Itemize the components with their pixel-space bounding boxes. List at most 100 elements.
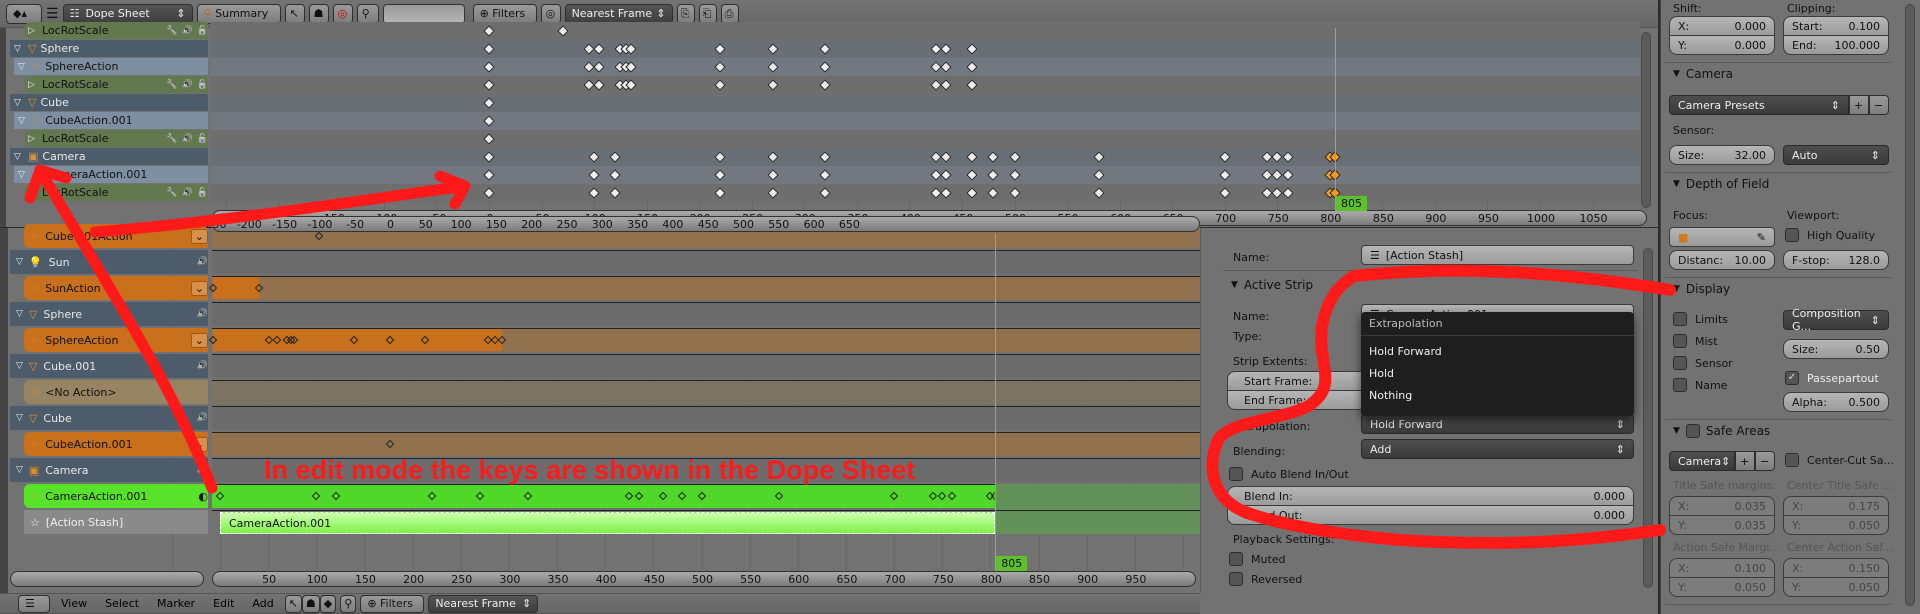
add-preset-button[interactable]: +	[1849, 95, 1869, 115]
focus-object-field[interactable]: ■ ✎	[1669, 227, 1775, 247]
push-down-icon[interactable]: ⌄	[190, 280, 208, 296]
proportional-toggle[interactable]: ◎	[540, 3, 561, 24]
dopesheet-channel-action[interactable]: ▽ ⁘ CameraAction.001	[14, 166, 208, 183]
wrench-icon[interactable]: 🔧	[166, 188, 177, 198]
sensor-checkbox[interactable]	[1673, 356, 1687, 370]
only-selected-toggle[interactable]: ↖	[284, 594, 302, 613]
summary-toggle[interactable]: ⚲ Summary	[196, 3, 281, 24]
nla-action-strip[interactable]	[213, 277, 259, 299]
blend-out-field[interactable]: Blend Out: 0.000	[1227, 505, 1634, 525]
push-down-icon[interactable]: ⌄	[190, 332, 208, 348]
nla-playhead[interactable]	[995, 234, 997, 571]
center-action-y-field[interactable]: Y: 0.050	[1783, 577, 1889, 597]
dopesheet-channel-action[interactable]: ▽ ⁘ CubeAction.001	[14, 112, 208, 129]
camera-presets-select[interactable]: Camera Presets ⇕	[1669, 95, 1849, 115]
wrench-icon[interactable]: 🔧	[166, 26, 177, 36]
search-toggle[interactable]: ⚲	[356, 3, 379, 24]
sensor-size-field[interactable]: Size: 32.00	[1669, 145, 1775, 165]
nla-frame-ruler[interactable]: 50 100 150 200 250 300 350 400 450 500 550 600 650 70…	[212, 571, 1196, 587]
shift-y-field[interactable]: Y: 0.000	[1669, 35, 1775, 55]
camera-section-header[interactable]: ▼ Camera	[1673, 67, 1733, 81]
search-toggle[interactable]: ⚲	[340, 594, 357, 613]
camera-panel-scrollbar[interactable]	[1905, 4, 1915, 606]
nla-channel-stash[interactable]: ☆ [Action Stash]	[24, 510, 208, 534]
paste-flipped-button[interactable]: ⎙	[720, 3, 739, 24]
eyedropper-icon[interactable]: ✎	[1757, 231, 1766, 244]
filters-button[interactable]: ⊕ Filters	[472, 3, 537, 24]
center-title-y-field[interactable]: Y: 0.050	[1783, 515, 1889, 535]
nla-channel-object[interactable]: ▽ ▽ Cube.001 🔊	[10, 354, 208, 378]
current-frame-indicator[interactable]: 805	[1336, 196, 1368, 211]
blending-select[interactable]: Add ⇕	[1361, 439, 1634, 459]
high-quality-checkbox[interactable]	[1785, 228, 1799, 242]
properties-scrollbar[interactable]	[1643, 248, 1653, 588]
only-selected-toggle[interactable]: ↖	[284, 3, 305, 24]
nla-track[interactable]	[212, 432, 1200, 456]
dopesheet-vertical-scrollbar[interactable]	[1641, 32, 1651, 208]
collapse-triangle-icon[interactable]: ▽	[16, 257, 23, 267]
nla-channel-object[interactable]: ▽ ▽ Sphere 🔊	[10, 302, 208, 326]
menu-toggle-icon[interactable]: ☰	[46, 6, 59, 22]
tweak-mode-icon[interactable]: ◐	[198, 490, 208, 503]
dopesheet-channel-action[interactable]: ▽ ⁘ SphereAction	[14, 58, 208, 75]
dopesheet-channel-object[interactable]: ▽ ▽ Cube	[10, 94, 208, 111]
expand-triangle-icon[interactable]: ▷	[28, 188, 38, 198]
nla-track[interactable]	[212, 250, 1200, 274]
auto-blend-checkbox[interactable]	[1229, 467, 1243, 481]
speaker-icon[interactable]: 🔊	[182, 80, 193, 90]
composition-guides-select[interactable]: Composition G... ⇕	[1783, 307, 1889, 333]
expand-triangle-icon[interactable]: ▷	[28, 26, 38, 36]
safe-areas-preset-select[interactable]: Camera ⇕	[1669, 451, 1735, 471]
nla-channel-object[interactable]: ▽ ▣ Camera 🔊	[10, 458, 208, 482]
speaker-icon[interactable]: 🔊	[182, 188, 193, 198]
nla-track[interactable]	[212, 302, 1200, 326]
remove-preset-button[interactable]: −	[1869, 95, 1889, 115]
mist-checkbox[interactable]	[1673, 334, 1687, 348]
dopesheet-playhead[interactable]	[1335, 28, 1337, 211]
lock-icon[interactable]: 🔓	[197, 80, 208, 90]
nla-channel-edit[interactable]: ⁘ CameraAction.001 ◐	[24, 484, 208, 508]
display-section-header[interactable]: ▼ Display	[1673, 282, 1730, 296]
editor-type-button[interactable]: ☰	[18, 594, 50, 613]
nla-upper-frame-ruler[interactable]: -250 -200 -150 -100 -50 0 50 100 150 200 250 300 350…	[202, 216, 1200, 232]
nla-channel-object[interactable]: ▽ ▽ Cube 🔊	[10, 406, 208, 430]
action-safe-x-field[interactable]: X: 0.100	[1669, 558, 1775, 578]
channel-list-scrollbar[interactable]	[0, 28, 6, 227]
stashed-action-strip[interactable]: CameraAction.001	[220, 512, 996, 534]
muted-checkbox[interactable]	[1229, 552, 1243, 566]
nla-channel-noaction[interactable]: ⁘ <No Action>	[24, 380, 208, 404]
track-name-field[interactable]: ☰ [Action Stash]	[1361, 245, 1634, 265]
safe-areas-checkbox[interactable]	[1685, 424, 1700, 438]
action-safe-y-field[interactable]: Y: 0.050	[1669, 577, 1775, 597]
collapse-triangle-icon[interactable]: ▽	[18, 116, 28, 126]
menu-select[interactable]: Select	[98, 597, 146, 610]
sensor-fit-select[interactable]: Auto ⇕	[1783, 145, 1889, 165]
wrench-icon[interactable]: 🔧	[166, 134, 177, 144]
push-down-icon[interactable]: ⌄	[190, 436, 208, 452]
lock-icon[interactable]: 🔓	[197, 134, 208, 144]
ghost-toggle[interactable]: ☗	[301, 594, 320, 613]
fstop-field[interactable]: F-stop: 128.0	[1783, 250, 1889, 270]
shift-x-field[interactable]: X: 0.000	[1669, 16, 1775, 36]
collapse-triangle-icon[interactable]: ▽	[16, 361, 23, 371]
copy-keys-button[interactable]: ⎘	[676, 3, 695, 24]
clip-end-field[interactable]: End: 100.000	[1783, 35, 1889, 55]
mute-speaker-icon[interactable]: 🔊	[197, 465, 208, 475]
menu-add[interactable]: Add	[245, 597, 280, 610]
name-checkbox[interactable]	[1673, 378, 1687, 392]
dopesheet-channel-group[interactable]: ▷ LocRotScale 🔧 🔊 🔓	[24, 184, 208, 201]
nla-track[interactable]	[212, 276, 1200, 300]
expand-triangle-icon[interactable]: ▷	[28, 80, 38, 90]
display-size-field[interactable]: Size: 0.50	[1783, 339, 1889, 359]
title-safe-y-field[interactable]: Y: 0.035	[1669, 515, 1775, 535]
collapse-triangle-icon[interactable]: ▽	[18, 62, 28, 72]
nla-current-frame-indicator[interactable]: 805	[996, 556, 1028, 571]
menu-marker[interactable]: Marker	[150, 597, 202, 610]
snap-select[interactable]: Nearest Frame ⇕	[564, 3, 673, 24]
wrench-icon[interactable]: 🔧	[166, 80, 177, 90]
active-strip-header[interactable]: ▼ Active Strip	[1231, 278, 1313, 292]
option-hold-forward[interactable]: Hold Forward	[1361, 340, 1634, 362]
option-hold[interactable]: Hold	[1361, 362, 1634, 384]
mute-speaker-icon[interactable]: 🔊	[197, 309, 208, 319]
passepartout-checkbox[interactable]: ✓	[1785, 371, 1799, 385]
